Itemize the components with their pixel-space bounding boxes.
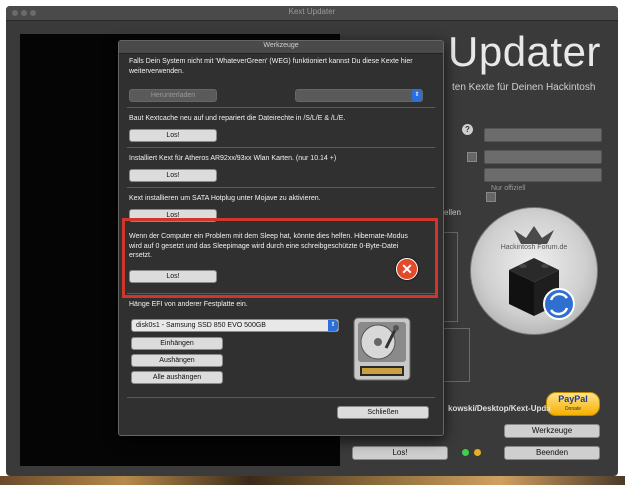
nur-offiziell-checkbox[interactable] bbox=[486, 192, 496, 202]
separator bbox=[127, 147, 435, 148]
paypal-label: PayPal bbox=[558, 394, 588, 404]
hard-drive-icon bbox=[353, 317, 411, 381]
partial-label: ellen bbox=[444, 208, 461, 217]
disk-select[interactable]: disk0s1 - Samsung SSD 850 EVO 500GB ⇕ bbox=[131, 319, 339, 332]
los-button[interactable]: Los! bbox=[352, 446, 448, 460]
kext-path-text: kowski/Desktop/Kext-Upda bbox=[448, 404, 551, 413]
setting-field[interactable] bbox=[484, 150, 602, 164]
close-x-icon: ✕ bbox=[396, 258, 418, 280]
download-button[interactable]: Herunterladen bbox=[129, 89, 217, 102]
disk-select-value: disk0s1 - Samsung SSD 850 EVO 500GB bbox=[136, 322, 266, 329]
status-green-icon bbox=[462, 449, 469, 456]
paypal-sublabel: Donate bbox=[564, 406, 582, 412]
nur-offiziell-label: Nur offiziell bbox=[491, 185, 526, 192]
dialog-titlebar: Werkzeuge bbox=[119, 41, 443, 54]
settings-box bbox=[442, 232, 458, 322]
unmount-button[interactable]: Aushängen bbox=[131, 354, 223, 367]
main-window-title: Kext Updater bbox=[288, 7, 336, 16]
app-title: Updater bbox=[448, 28, 601, 75]
separator bbox=[127, 187, 435, 188]
kextcache-description: Baut Kextcache neu auf und repariert die… bbox=[129, 115, 346, 122]
close-dialog-button[interactable]: Schließen bbox=[337, 406, 429, 419]
weg-description: Falls Dein System nicht mit 'WhateverGre… bbox=[129, 58, 413, 75]
setting-field-2[interactable] bbox=[484, 168, 602, 182]
status-yellow-icon bbox=[474, 449, 481, 456]
separator bbox=[127, 397, 435, 398]
atheros-description: Installiert Kext für Atheros AR92xx/93xx… bbox=[129, 155, 337, 162]
sata-description: Kext installieren um SATA Hotplug unter … bbox=[129, 195, 321, 202]
select-arrows-icon: ⇕ bbox=[328, 320, 338, 331]
select-arrows-icon: ⇕ bbox=[412, 90, 422, 101]
main-titlebar: Kext Updater bbox=[6, 6, 618, 21]
hackintosh-forum-logo: Hackintosh Forum.de bbox=[470, 207, 598, 335]
logo-text: Hackintosh Forum.de bbox=[500, 244, 568, 251]
unmount-all-button[interactable]: Alle aushängen bbox=[131, 371, 223, 384]
separator bbox=[127, 107, 435, 108]
paypal-donate-button[interactable]: PayPal Donate bbox=[546, 392, 600, 416]
highlight-frame bbox=[122, 218, 438, 298]
app-subtitle: ten Kexte für Deinen Hackintosh bbox=[452, 82, 596, 93]
option-checkbox[interactable] bbox=[467, 152, 477, 162]
help-icon[interactable]: ? bbox=[462, 124, 473, 135]
logo-graphic bbox=[509, 226, 575, 320]
mount-button[interactable]: Einhängen bbox=[131, 337, 223, 350]
settings-box-2 bbox=[442, 328, 470, 382]
beenden-button[interactable]: Beenden bbox=[504, 446, 600, 460]
atheros-los-button[interactable]: Los! bbox=[129, 169, 217, 182]
dialog-title: Werkzeuge bbox=[263, 42, 299, 49]
version-field[interactable] bbox=[484, 128, 602, 142]
kext-select[interactable]: ⇕ bbox=[295, 89, 423, 102]
desktop-background bbox=[0, 476, 625, 485]
werkzeuge-button[interactable]: Werkzeuge bbox=[504, 424, 600, 438]
kextcache-los-button[interactable]: Los! bbox=[129, 129, 217, 142]
efi-description: Hänge EFI von anderer Festplatte ein. bbox=[129, 301, 248, 308]
